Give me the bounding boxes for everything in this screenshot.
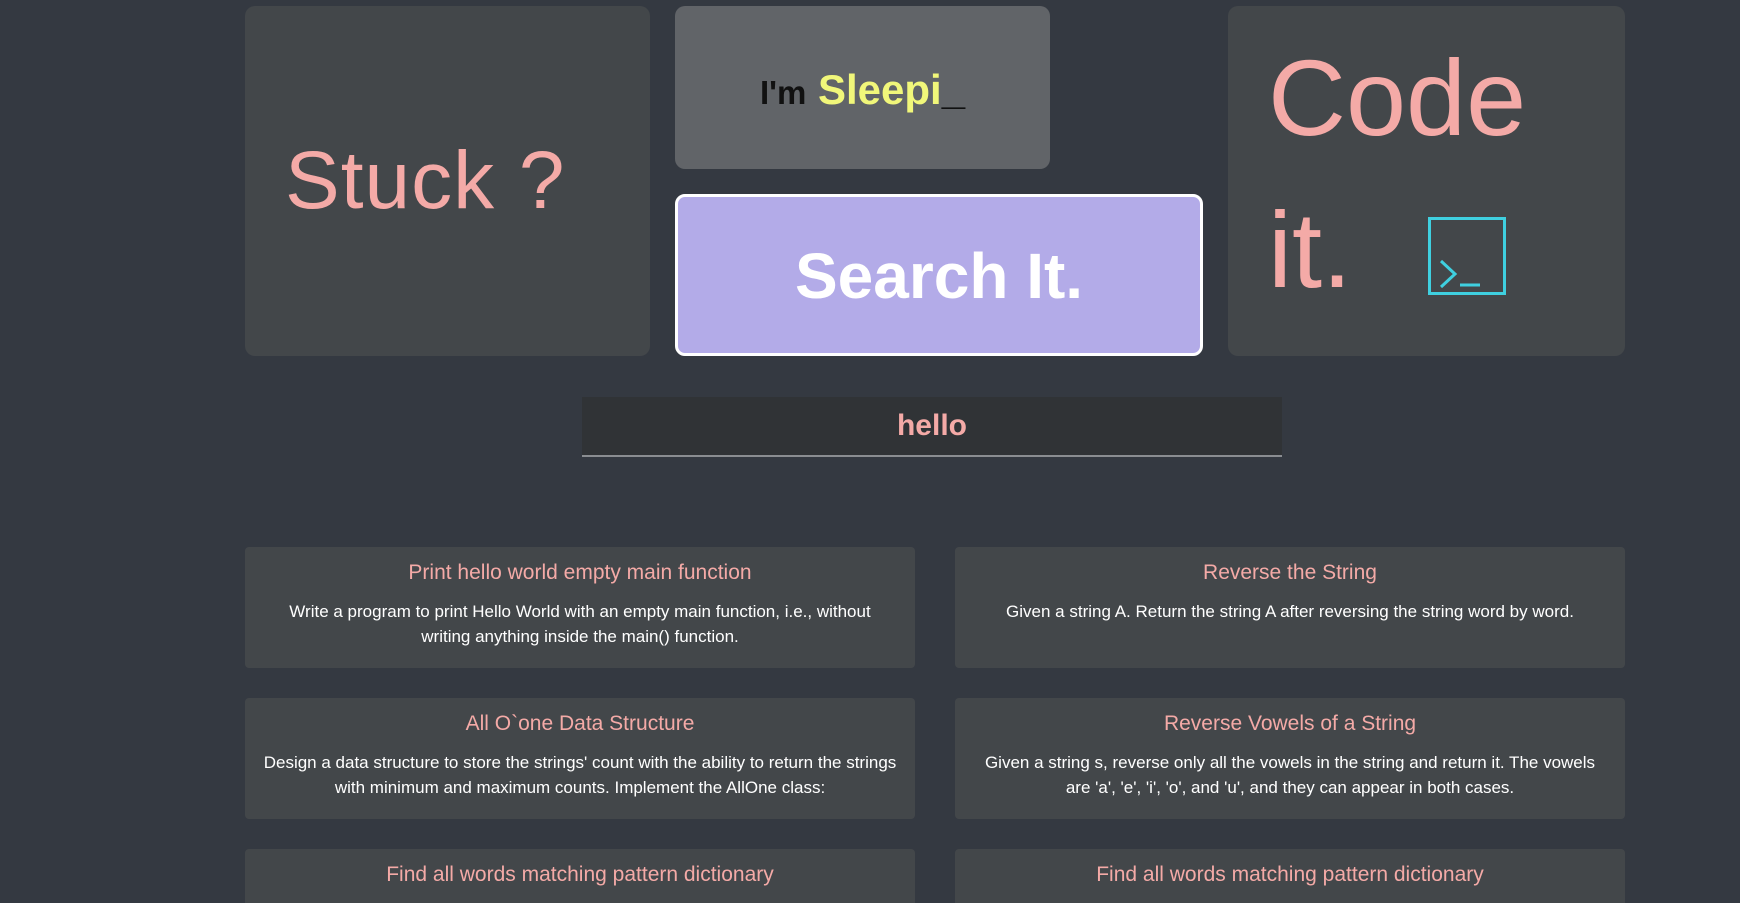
search-it-heading: Search It. (794, 240, 1084, 312)
search-bar (582, 397, 1282, 457)
sleeping-prefix: I'm (759, 73, 807, 111)
stuck-heading: Stuck ? (285, 135, 566, 226)
page: Stuck ? I'm Sleepi_ Search It. Code it. … (0, 0, 1740, 903)
sleeping-word: Sleepi (817, 65, 942, 113)
result-card[interactable]: Reverse Vowels of a String Given a strin… (955, 698, 1625, 819)
sleeping-typewriter: I'm Sleepi_ (760, 66, 965, 114)
result-description: Given a string A. Return the string A af… (1006, 602, 1574, 621)
result-title[interactable]: Reverse the String (973, 561, 1607, 585)
terminal-icon (1428, 217, 1506, 295)
result-title[interactable]: Find all words matching pattern dictiona… (263, 863, 897, 887)
search-it-tile[interactable]: Search It. (675, 194, 1203, 356)
result-card[interactable]: Find all words matching pattern dictiona… (955, 849, 1625, 903)
result-title[interactable]: Print hello world empty main function (263, 561, 897, 585)
result-title[interactable]: Reverse Vowels of a String (973, 712, 1607, 736)
result-title[interactable]: All O`one Data Structure (263, 712, 897, 736)
typewriter-cursor: _ (941, 65, 966, 113)
result-title[interactable]: Find all words matching pattern dictiona… (973, 863, 1607, 887)
sleeping-tile: I'm Sleepi_ (675, 6, 1050, 169)
result-description: Given a string s, reverse only all the v… (984, 753, 1596, 797)
search-input[interactable] (582, 397, 1282, 455)
stuck-tile: Stuck ? (245, 6, 650, 356)
result-description: Write a program to print Hello World wit… (289, 602, 871, 646)
it-heading: it. (1268, 189, 1353, 310)
result-card[interactable]: All O`one Data Structure Design a data s… (245, 698, 915, 819)
code-it-tile: Code it. (1228, 6, 1625, 356)
code-heading: Code (1268, 37, 1527, 158)
result-card[interactable]: Find all words matching pattern dictiona… (245, 849, 915, 903)
result-description: Design a data structure to store the str… (263, 753, 897, 797)
result-card[interactable]: Print hello world empty main function Wr… (245, 547, 915, 668)
result-card[interactable]: Reverse the String Given a string A. Ret… (955, 547, 1625, 668)
